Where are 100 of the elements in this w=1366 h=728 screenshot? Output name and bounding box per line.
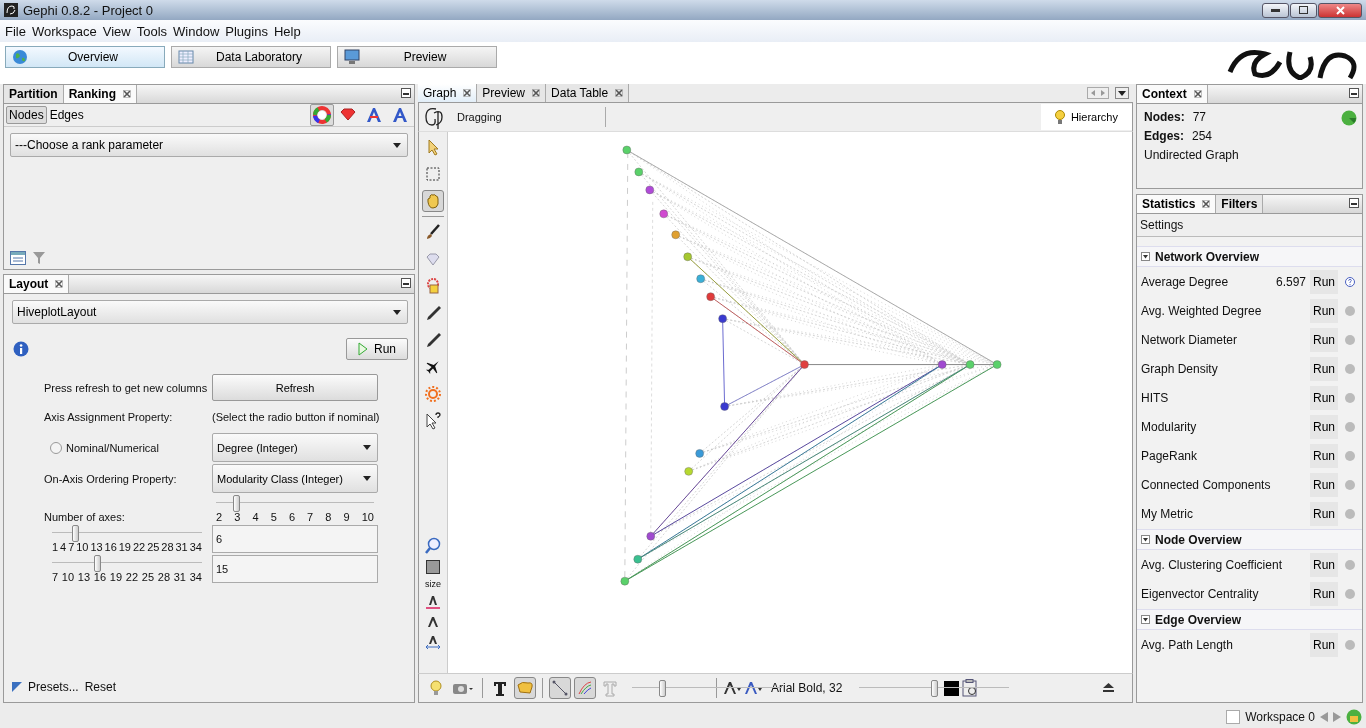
tick-label: 34 [189,571,202,583]
menu-item[interactable]: Tools [133,23,171,39]
run-button[interactable]: Run [1310,385,1338,410]
axis-property-dropdown[interactable]: Degree (Integer) [212,433,378,462]
font-label[interactable]: Arial Bold, 32 [771,681,843,695]
tick-label: 7 [307,511,314,523]
tick-label: 31 [175,541,188,553]
size-button[interactable]: size [425,579,441,589]
tab[interactable]: Ranking [63,85,137,103]
tick-label: 22 [132,541,146,553]
metric-name: Avg. Clustering Coefficient [1141,557,1283,572]
metric-name: My Metric [1141,506,1194,521]
run-button[interactable]: Run [1310,298,1338,323]
metric-name: Connected Components [1141,477,1272,492]
tab[interactable]: Nodes [6,106,47,124]
tick-label: 22 [125,571,139,583]
workspace-button[interactable]: Preview [337,46,497,68]
tick-label: 13 [90,541,103,553]
ordering-label: On-Axis Ordering Property: [44,472,178,485]
group-title: Node Overview [1155,532,1242,547]
axes-label: Number of axes: [44,511,126,523]
tick-label: 8 [325,511,332,523]
run-button[interactable]: Run [1310,501,1338,526]
layout-dropdown[interactable]: HiveplotLayout [12,300,408,324]
mode-label: Dragging [449,107,606,127]
run-button[interactable]: Run [346,338,408,360]
tick-label: 1 [52,541,59,553]
hierarchy-button[interactable]: Hierarchy [1040,104,1132,130]
menu-item[interactable]: Window [170,23,223,39]
menu-item[interactable]: Plugins [222,23,271,39]
tick-label: 19 [118,541,131,553]
tab[interactable]: Partition [4,85,64,103]
tick-label: 10 [76,541,89,553]
tick-label: 4 [252,511,259,523]
radio-hint: (Select the radio button if nominal) [212,411,378,423]
nodes-label: Nodes: [1144,110,1185,124]
tab[interactable]: Edges [46,106,87,124]
metric-name: HITS [1141,390,1170,405]
tab[interactable]: Statistics [1137,195,1217,213]
run-button[interactable]: Run [1310,552,1338,577]
run-button[interactable]: Run [1310,269,1338,294]
run-button[interactable]: Run [1310,581,1338,606]
run-button[interactable]: Run [1310,356,1338,381]
axis-assignment-label: Axis Assignment Property: [44,410,174,425]
menu-item[interactable]: Workspace [28,23,100,39]
workspace-button[interactable]: Overview [5,46,165,68]
workspace-button[interactable]: Data Laboratory [171,46,331,68]
tick-label: 28 [161,541,174,553]
menu-item[interactable]: Help [270,23,304,39]
tick-label: 28 [157,571,170,583]
tab[interactable]: Filters [1216,195,1264,213]
tick-label: 7 [68,541,75,553]
edges-count: 254 [1192,129,1213,143]
run-button[interactable]: Run [1310,632,1338,657]
tick-label: 25 [141,571,155,583]
group-title: Edge Overview [1155,612,1242,627]
reset-link[interactable]: Reset [84,680,117,694]
run-button[interactable]: Run [1310,414,1338,439]
edges-label: Edges: [1144,129,1184,143]
graph-type: Undirected Graph [1144,148,1240,162]
refresh-button[interactable]: Refresh [212,374,378,401]
metric-name: PageRank [1141,448,1199,463]
tick-label: 34 [189,541,202,553]
tab[interactable]: Layout [4,275,70,293]
metric-name: Avg. Weighted Degree [1141,303,1263,318]
metric-value: 6.597 [1275,274,1306,289]
tick-label: 7 [52,571,59,583]
tab[interactable]: Graph [418,84,478,102]
tick-label: 2 [216,511,223,523]
tick-label: 9 [343,511,350,523]
tick-label: 25 [147,541,160,553]
tab[interactable]: Context [1137,85,1208,103]
group-title: Network Overview [1155,249,1260,264]
workspace-label: Workspace 0 [1245,710,1315,724]
tick-label: 10 [361,511,374,523]
menu-item[interactable]: File [2,23,29,39]
tick-label: 13 [77,571,91,583]
metric-name: Modularity [1141,419,1198,434]
tick-label: 16 [104,541,117,553]
number-field[interactable]: 6 [212,525,378,553]
metric-name: Avg. Path Length [1141,637,1234,652]
tick-label: 6 [288,511,295,523]
refresh-label: Press refresh to get new columns [44,381,209,394]
tick-label: 19 [109,571,123,583]
metric-name: Network Diameter [1141,332,1239,347]
number-field[interactable]: 15 [212,555,378,583]
tick-label: 3 [234,511,241,523]
tab[interactable]: Data Table [546,84,630,102]
rank-parameter-dropdown[interactable]: ---Choose a rank parameter [10,133,408,157]
run-button[interactable]: Run [1310,327,1338,352]
presets-link[interactable]: Presets... [28,680,79,694]
nodes-count: 77 [1192,110,1207,124]
tick-label: 4 [60,541,67,553]
run-button[interactable]: Run [1310,443,1338,468]
tab[interactable]: Preview [477,84,547,102]
metric-name: Graph Density [1141,361,1219,376]
radio-label: Nominal/Numerical [66,441,159,454]
ordering-property-dropdown[interactable]: Modularity Class (Integer) [212,464,378,493]
run-button[interactable]: Run [1310,472,1338,497]
menu-item[interactable]: View [99,23,134,39]
